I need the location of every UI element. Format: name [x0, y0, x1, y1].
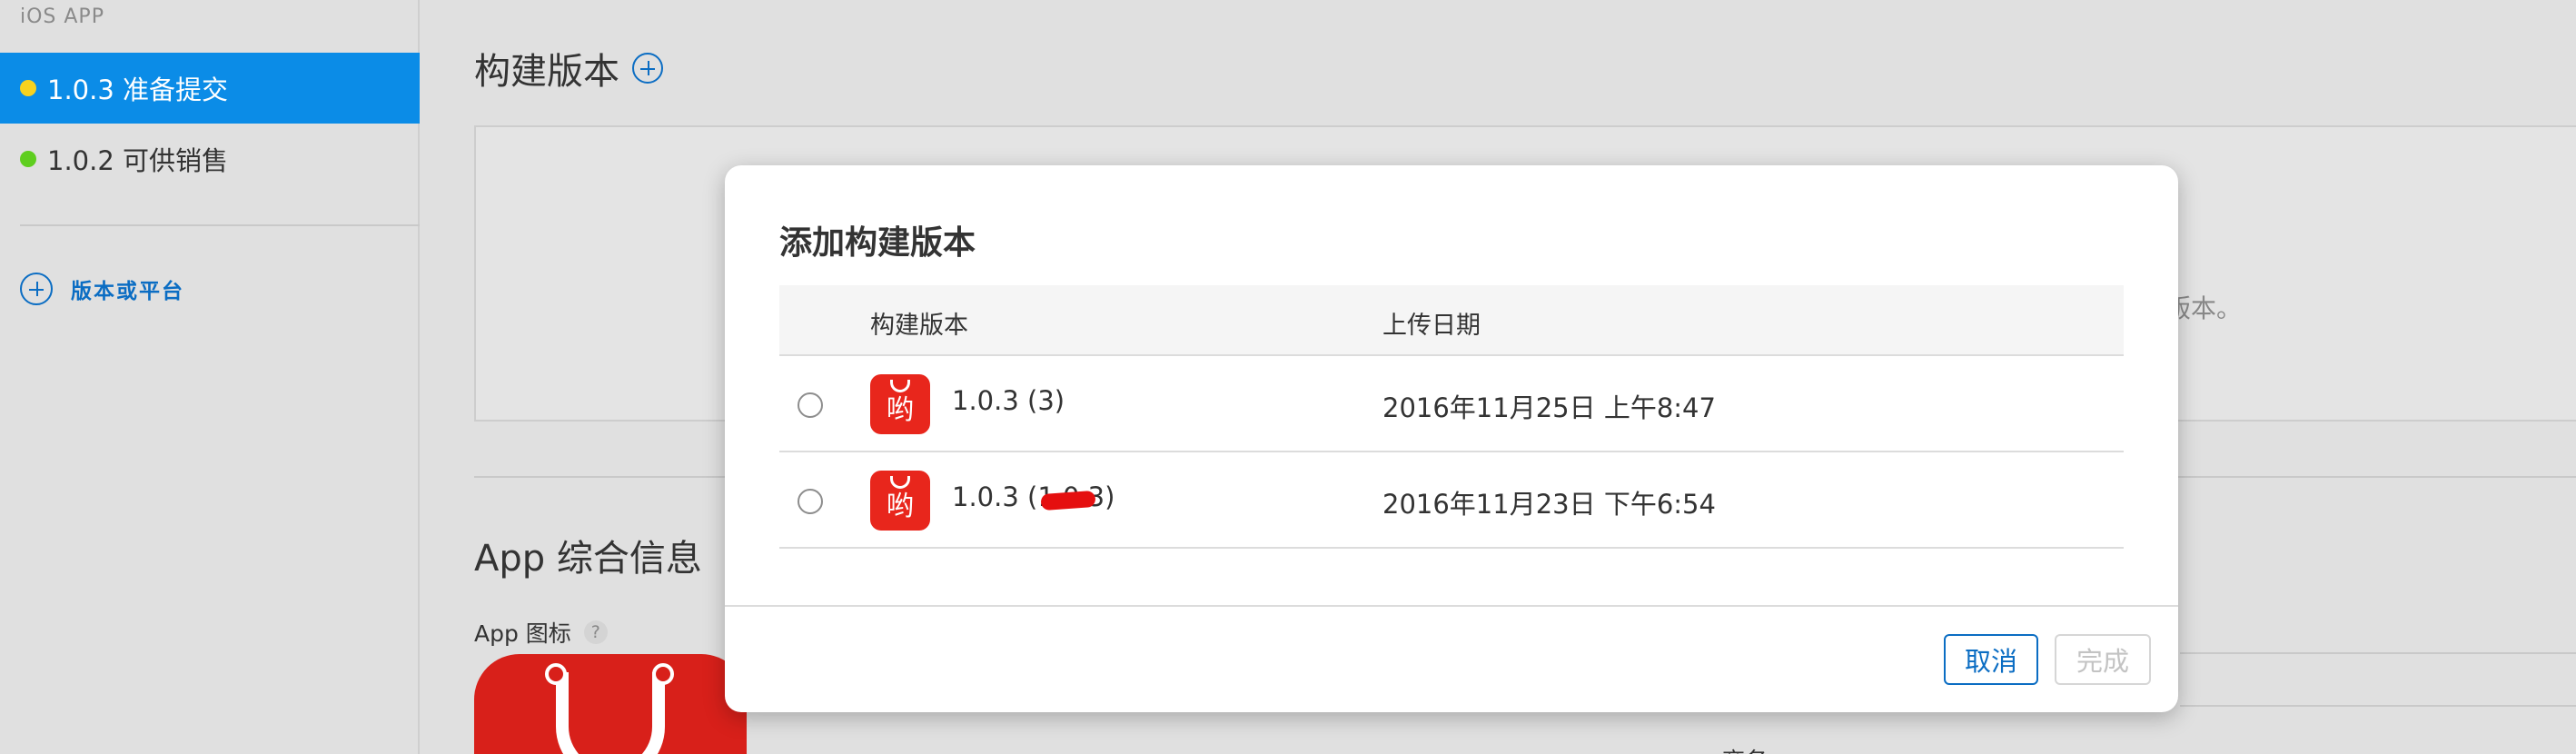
app-icon: 哟 — [870, 374, 930, 434]
add-circle-icon — [20, 273, 53, 305]
sidebar-item-version-1-0-3[interactable]: 1.0.3 准备提交 — [0, 53, 420, 124]
column-header-date: 上传日期 — [1382, 312, 1481, 340]
column-header-build: 构建版本 — [870, 312, 968, 340]
table-row[interactable]: 哟 1.0.3 (3) 2016年11月25日 上午8:47 — [779, 356, 2124, 452]
field-underline — [2180, 652, 2576, 654]
sidebar-divider — [20, 224, 420, 226]
app-info-title: App 综合信息 — [474, 538, 702, 580]
build-radio-button[interactable] — [798, 392, 823, 418]
build-section-title: 构建版本 — [474, 42, 681, 94]
app-icon-label-text: App 图标 — [474, 620, 571, 647]
build-radio-button[interactable] — [798, 489, 823, 514]
build-table: 构建版本 上传日期 哟 1.0.3 (3) 2016年11月25日 上午8:47… — [779, 285, 2124, 549]
status-dot-icon — [20, 80, 36, 96]
sidebar: iOS APP 1.0.3 准备提交 1.0.2 可供销售 版本或平台 — [0, 0, 420, 754]
add-build-icon[interactable] — [632, 53, 663, 84]
bag-knob-icon — [545, 663, 567, 685]
sidebar-heading: iOS APP — [20, 5, 104, 28]
upload-date: 2016年11月25日 上午8:47 — [1382, 392, 1716, 423]
app-icon-label: App 图标 ? — [474, 616, 608, 649]
help-icon[interactable]: ? — [583, 620, 608, 644]
app-icon-glyph: 哟 — [887, 491, 914, 522]
add-version-or-platform-button[interactable]: 版本或平台 — [20, 273, 184, 305]
app-icon: 哟 — [870, 471, 930, 531]
version-label: 1.0.2 可供销售 — [47, 145, 229, 176]
status-dot-icon — [20, 151, 36, 167]
add-platform-label: 版本或平台 — [71, 280, 184, 303]
field-underline — [2180, 705, 2576, 707]
build-title-text: 构建版本 — [474, 51, 619, 93]
partial-label: 商务 — [1722, 743, 1768, 754]
add-build-dialog: 添加构建版本 构建版本 上传日期 哟 1.0.3 (3) 2016年11月25日… — [725, 165, 2178, 712]
app-icon-image[interactable] — [474, 654, 747, 754]
upload-date: 2016年11月23日 下午6:54 — [1382, 489, 1716, 520]
dialog-title: 添加构建版本 — [779, 224, 976, 262]
sidebar-item-version-1-0-2[interactable]: 1.0.2 可供销售 — [0, 124, 420, 194]
table-row[interactable]: 哟 1.0.3 (1.0.3) 2016年11月23日 下午6:54 — [779, 452, 2124, 549]
done-button[interactable]: 完成 — [2055, 634, 2151, 685]
bag-handle-icon — [556, 672, 665, 754]
app-icon-glyph: 哟 — [887, 394, 914, 426]
bag-knob-icon — [652, 663, 674, 685]
table-header: 构建版本 上传日期 — [779, 285, 2124, 356]
version-label: 1.0.3 准备提交 — [47, 74, 229, 105]
build-version: 1.0.3 (3) — [952, 385, 1065, 416]
cancel-button[interactable]: 取消 — [1944, 634, 2038, 685]
dialog-footer-divider — [725, 605, 2178, 607]
